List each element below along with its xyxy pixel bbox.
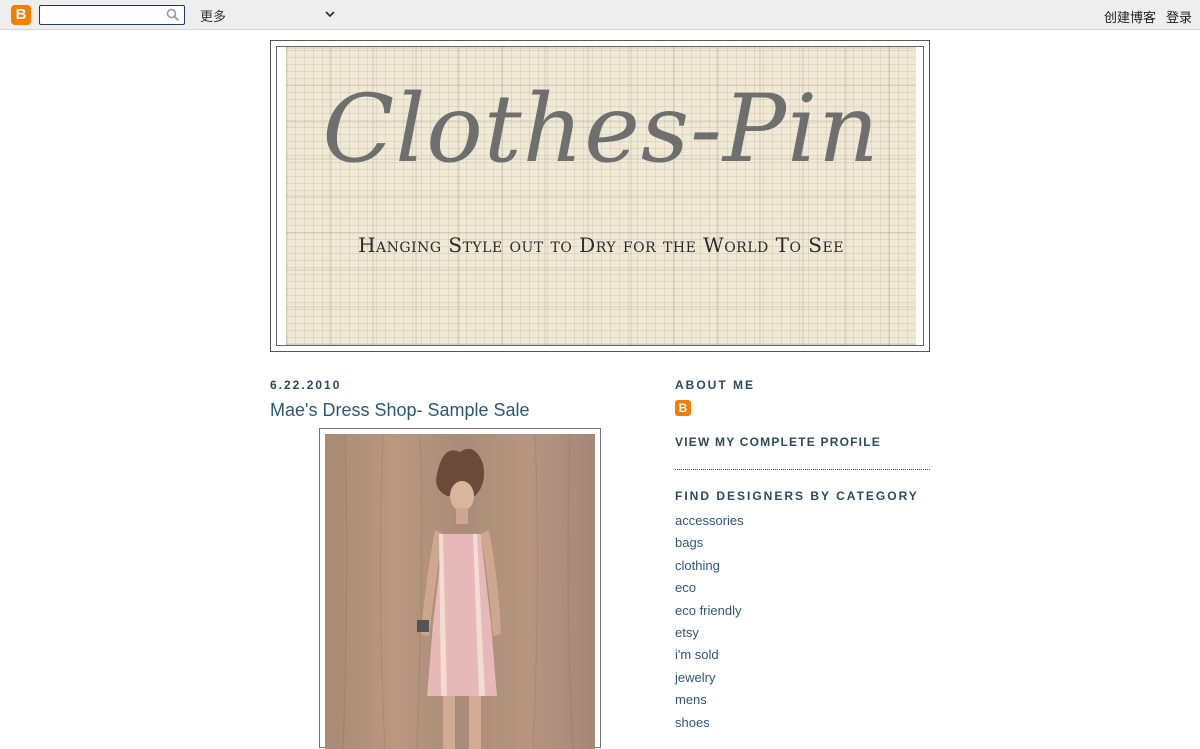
blog-tagline: Hanging Style out to Dry for the World T… [358, 233, 844, 257]
category-link[interactable]: bags [675, 534, 744, 556]
category-link[interactable]: etsy [675, 624, 744, 646]
post-date: 6.22.2010 [270, 378, 342, 392]
category-link[interactable]: mens [675, 691, 744, 713]
chevron-down-icon [325, 11, 335, 18]
search-icon[interactable] [166, 8, 180, 22]
login-link[interactable]: 登录 [1166, 7, 1192, 26]
more-dropdown[interactable]: 更多 [200, 6, 340, 24]
navbar: B 更多 创建博客 登录 [0, 0, 1200, 30]
category-link[interactable]: jewelry [675, 669, 744, 691]
blog-title: Clothes-Pin [322, 75, 880, 184]
category-link[interactable]: shoes [675, 714, 744, 736]
post-title[interactable]: Mae's Dress Shop- Sample Sale [270, 400, 530, 421]
blog-header: Clothes-Pin Hanging Style out to Dry for… [270, 40, 930, 352]
blogger-logo-icon[interactable]: B [11, 5, 31, 25]
blog-header-inner: Clothes-Pin Hanging Style out to Dry for… [276, 46, 924, 346]
profile-blogger-icon[interactable]: B [675, 400, 691, 416]
view-profile-link[interactable]: VIEW MY COMPLETE PROFILE [675, 435, 881, 449]
category-link[interactable]: accessories [675, 512, 744, 534]
category-link[interactable]: eco friendly [675, 602, 744, 624]
post-image-frame [319, 428, 601, 749]
sidebar-divider [675, 469, 930, 470]
category-link[interactable]: eco [675, 579, 744, 601]
category-link[interactable]: i'm sold [675, 646, 744, 668]
search-box[interactable] [39, 5, 185, 25]
more-dropdown-label: 更多 [200, 9, 227, 24]
category-list: accessories bags clothing eco eco friend… [675, 512, 744, 736]
category-link[interactable]: clothing [675, 557, 744, 579]
header-banner[interactable]: Clothes-Pin Hanging Style out to Dry for… [286, 47, 916, 345]
search-input[interactable] [43, 7, 165, 25]
categories-heading: FIND DESIGNERS BY CATEGORY [675, 489, 919, 503]
model-photo [342, 434, 574, 749]
about-me-heading: ABOUT ME [675, 378, 755, 392]
post-image[interactable] [325, 434, 595, 749]
create-blog-link[interactable]: 创建博客 [1104, 7, 1156, 26]
